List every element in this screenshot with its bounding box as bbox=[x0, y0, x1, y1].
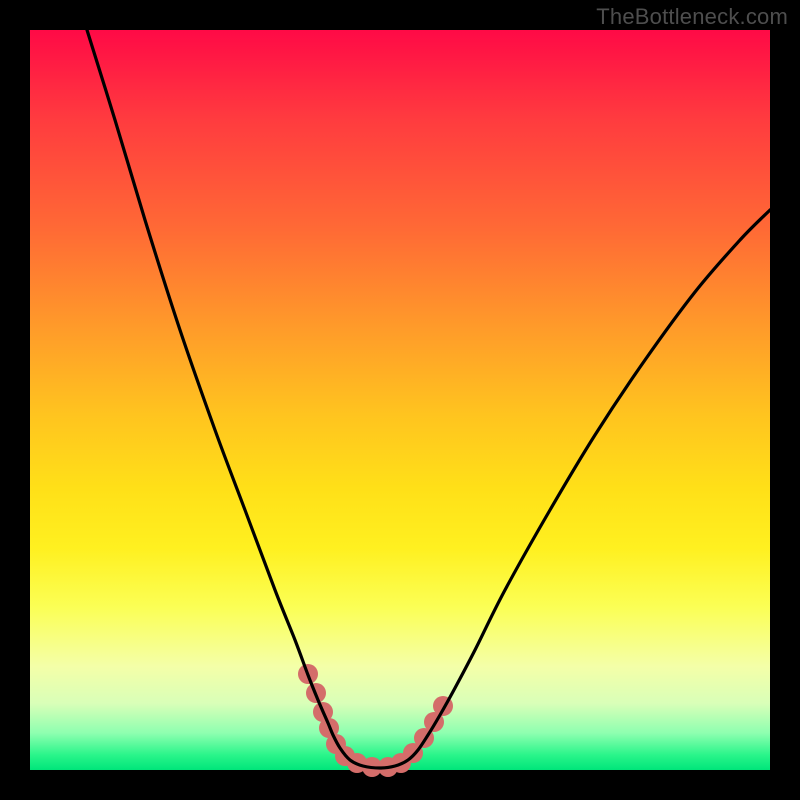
watermark-text: TheBottleneck.com bbox=[596, 4, 788, 30]
chart-svg bbox=[30, 30, 770, 770]
bottleneck-curve bbox=[87, 30, 770, 768]
chart-frame: TheBottleneck.com bbox=[0, 0, 800, 800]
foot-markers bbox=[298, 664, 453, 777]
